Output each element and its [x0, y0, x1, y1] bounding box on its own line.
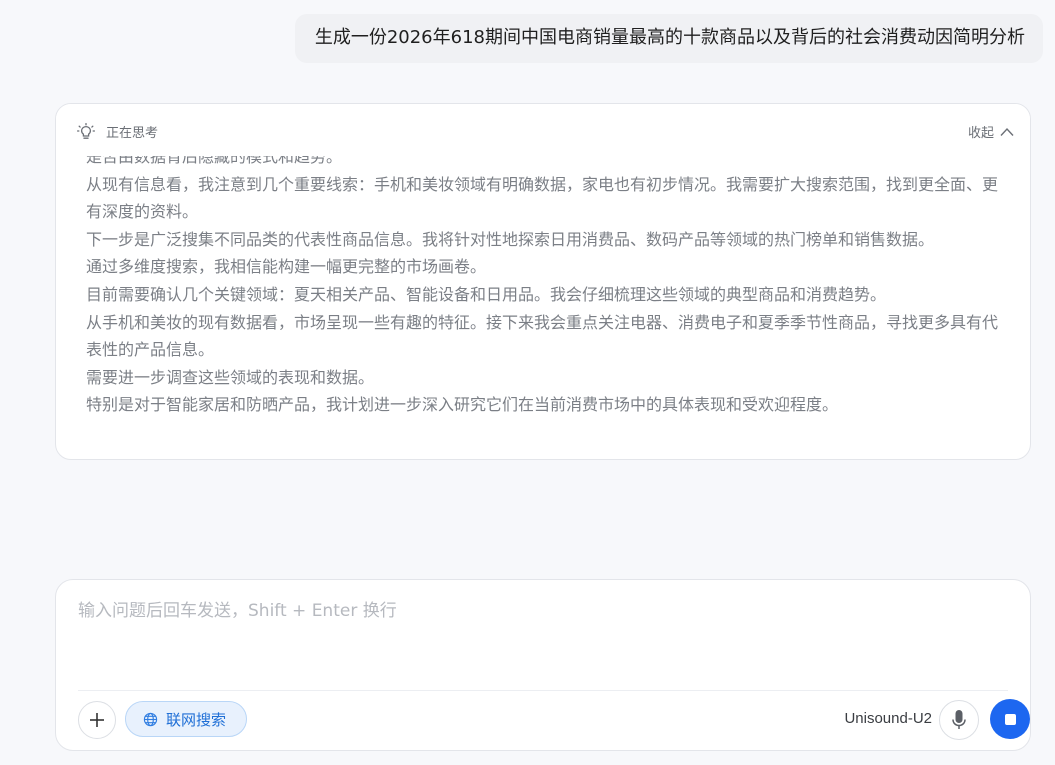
composer: 联网搜索 Unisound-U2 — [55, 579, 1031, 751]
thinking-status: 正在思考 — [106, 126, 159, 141]
thinking-line: 特别是对于智能家居和防晒产品，我计划进一步深入研究它们在当前消费市场中的具体表现… — [86, 395, 839, 415]
collapse-label: 收起 — [967, 126, 994, 141]
composer-divider — [78, 690, 1008, 691]
stop-generation-button[interactable] — [990, 699, 1030, 739]
collapse-button[interactable]: 收起 — [968, 122, 1014, 141]
thinking-line: 需要进一步调查这些领域的表现和数据。 — [86, 367, 375, 387]
thinking-content: 是否由数据背后隐藏的模式和趋势。 从现有信息看，我注意到几个重要线索：手机和美妆… — [86, 143, 1006, 419]
thinking-line: 从现有信息看，我注意到几个重要线索：手机和美妆领域有明确数据，家电也有初步情况。… — [86, 174, 999, 222]
add-attachment-button[interactable] — [78, 701, 116, 739]
thinking-line: 目前需要确认几个关键领域：夏天相关产品、智能设备和日用品。我会仔细梳理这些领域的… — [86, 284, 887, 304]
plus-icon — [90, 713, 104, 727]
microphone-icon — [952, 710, 966, 729]
chat-page: 生成一份2026年618期间中国电商销量最高的十款商品以及背后的社会消费动因简明… — [0, 0, 1055, 765]
model-name[interactable]: Unisound-U2 — [844, 710, 932, 727]
chevron-up-icon — [1000, 127, 1014, 136]
query-input[interactable] — [78, 596, 978, 656]
thinking-line: 下一步是广泛搜集不同品类的代表性商品信息。我将针对性地探索日用消费品、数码产品等… — [86, 229, 935, 249]
globe-icon — [143, 712, 158, 726]
web-search-toggle[interactable]: 联网搜索 — [125, 701, 248, 737]
voice-input-button[interactable] — [939, 700, 979, 740]
thinking-header: 正在思考 收起 — [56, 104, 1030, 156]
thinking-panel: 正在思考 收起 是否由数据背后隐藏的模式和趋势。 从现有信息看，我注意到几个重要… — [55, 103, 1031, 460]
web-search-label: 联网搜索 — [166, 710, 227, 729]
user-message-bubble: 生成一份2026年618期间中国电商销量最高的十款商品以及背后的社会消费动因简明… — [294, 14, 1043, 63]
thinking-line: 从手机和美妆的现有数据看，市场呈现一些有趣的特征。接下来我会重点关注电器、消费电… — [86, 312, 999, 360]
thinking-line: 通过多维度搜索，我相信能构建一幅更完整的市场画卷。 — [86, 257, 487, 277]
lightbulb-icon — [77, 123, 95, 139]
stop-icon — [1004, 713, 1016, 725]
